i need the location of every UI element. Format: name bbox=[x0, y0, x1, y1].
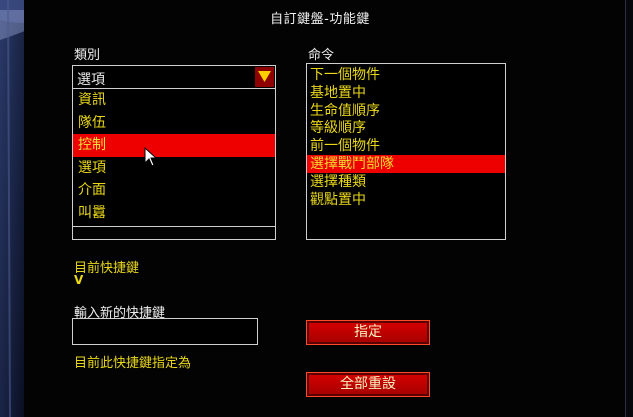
category-options-list: 資訊 隊伍 控制 選項 介面 叫囂 bbox=[72, 89, 276, 227]
command-item[interactable]: 前一個物件 bbox=[307, 137, 505, 155]
category-option[interactable]: 隊伍 bbox=[73, 112, 275, 135]
command-item[interactable]: 觀點置中 bbox=[307, 191, 505, 209]
current-hotkey-value: V bbox=[74, 273, 84, 287]
category-option[interactable]: 介面 bbox=[73, 179, 275, 202]
category-label: 類別 bbox=[74, 48, 101, 63]
command-item[interactable]: 生命值順序 bbox=[307, 102, 505, 120]
category-option[interactable]: 選項 bbox=[73, 157, 275, 180]
category-option[interactable]: 資訊 bbox=[73, 89, 275, 112]
command-item[interactable]: 選擇種類 bbox=[307, 173, 505, 191]
category-list-frame bbox=[72, 225, 276, 240]
category-option[interactable]: 叫囂 bbox=[73, 202, 275, 225]
assigned-to-label: 目前此快捷鍵指定為 bbox=[74, 356, 192, 371]
reset-all-button[interactable]: 全部重設 bbox=[306, 372, 430, 397]
current-hotkey-label: 目前快捷鍵 bbox=[74, 261, 140, 276]
dialog-title: 自訂鍵盤-功能鍵 bbox=[270, 12, 370, 27]
mouse-cursor-icon bbox=[144, 147, 158, 167]
new-hotkey-input[interactable] bbox=[72, 318, 258, 345]
command-item[interactable]: 基地置中 bbox=[307, 84, 505, 102]
category-dropdown[interactable]: 選項 bbox=[72, 65, 276, 89]
category-dropdown-value: 選項 bbox=[77, 72, 105, 88]
command-list: 下一個物件 基地置中 生命值順序 等級順序 前一個物件 選擇戰鬥部隊 選擇種類 … bbox=[306, 63, 506, 240]
category-option-selected[interactable]: 控制 bbox=[73, 134, 275, 157]
assign-button[interactable]: 指定 bbox=[306, 320, 430, 345]
command-label: 命令 bbox=[308, 48, 335, 63]
command-item[interactable]: 下一個物件 bbox=[307, 66, 505, 84]
command-item[interactable]: 等級順序 bbox=[307, 119, 505, 137]
dropdown-toggle-button[interactable] bbox=[255, 67, 274, 87]
command-item-selected[interactable]: 選擇戰鬥部隊 bbox=[307, 154, 505, 173]
chevron-down-icon bbox=[258, 71, 271, 82]
